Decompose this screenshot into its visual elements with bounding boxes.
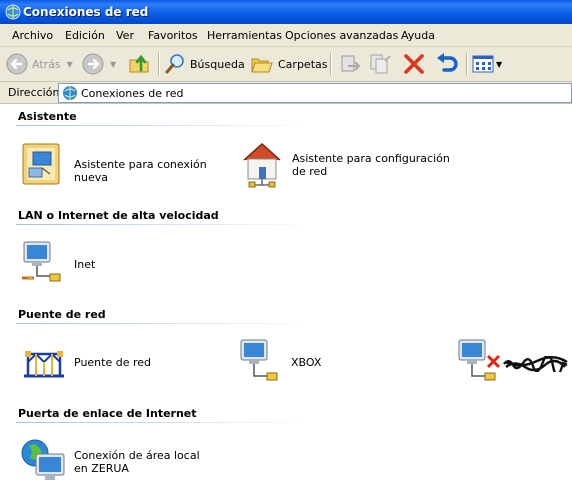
forward-arrow-icon: [82, 53, 104, 75]
list-item-inet[interactable]: Inet: [20, 238, 180, 290]
group-divider: [16, 422, 316, 423]
copy-to-button[interactable]: [368, 51, 392, 77]
menu-favoritos[interactable]: Favoritos: [148, 29, 198, 42]
group-divider: [16, 323, 316, 324]
lan-disconnected-icon: [458, 339, 501, 381]
back-button[interactable]: Atrás ▼: [6, 51, 73, 77]
search-icon: [165, 54, 184, 74]
back-label: Atrás: [32, 57, 61, 71]
window-title: Conexiones de red: [23, 5, 149, 19]
address-input[interactable]: Conexiones de red: [58, 83, 572, 103]
up-folder-button[interactable]: [128, 51, 152, 77]
item-label: Asistente para configuración de red: [292, 152, 450, 178]
group-header-lan: LAN o Internet de alta velocidad: [18, 209, 219, 222]
list-item-new-connection-wizard[interactable]: Asistente para conexión nueva: [20, 140, 230, 190]
delete-icon: [404, 54, 424, 74]
redacted-scribble: [503, 356, 568, 372]
item-label: Conexión de área local en ZERUA: [74, 449, 200, 475]
forward-button[interactable]: ▼: [82, 51, 116, 77]
menu-archivo[interactable]: Archivo: [12, 29, 53, 42]
address-label: Dirección: [8, 86, 60, 99]
folders-button[interactable]: Carpetas: [250, 51, 327, 77]
toolbar: Atrás ▼ ▼ Búsqueda Carpetas ▼: [0, 47, 572, 82]
views-icon: [472, 55, 494, 73]
toolbar-separator: [466, 53, 468, 75]
menu-bar: Archivo Edición Ver Favoritos Herramient…: [0, 24, 572, 47]
list-item-network-bridge[interactable]: Puente de red: [20, 338, 190, 390]
copy-to-icon: [370, 54, 391, 74]
undo-icon: [437, 53, 458, 72]
back-arrow-icon: [6, 53, 28, 75]
address-bar: Dirección Conexiones de red: [0, 82, 572, 104]
search-label: Búsqueda: [190, 57, 245, 71]
menu-ver[interactable]: Ver: [116, 29, 134, 42]
forward-dropdown-icon[interactable]: ▼: [110, 60, 116, 69]
content-area: Asistente Asistente para conexión nueva …: [0, 104, 572, 490]
group-divider: [16, 224, 316, 225]
address-value: Conexiones de red: [81, 87, 184, 100]
network-connections-icon: [63, 86, 77, 100]
group-header-gateway: Puerta de enlace de Internet: [18, 407, 197, 420]
search-button[interactable]: Búsqueda: [164, 51, 245, 77]
undo-button[interactable]: [434, 51, 460, 77]
up-folder-icon: [129, 54, 149, 73]
back-dropdown-icon[interactable]: ▼: [67, 60, 73, 69]
menu-ayuda[interactable]: Ayuda: [401, 29, 435, 42]
delete-button[interactable]: [402, 51, 426, 77]
group-divider: [16, 125, 316, 126]
move-to-icon: [341, 55, 361, 72]
network-connections-icon: [5, 4, 21, 20]
folders-icon: [251, 58, 273, 73]
group-header-puente: Puente de red: [18, 308, 106, 321]
list-item-internet-gateway[interactable]: Conexión de área local en ZERUA: [20, 436, 220, 488]
menu-edicion[interactable]: Edición: [65, 29, 105, 42]
internet-gateway-icon: [21, 439, 65, 480]
lan-connection-icon: [22, 241, 61, 282]
item-label: XBOX: [291, 356, 322, 369]
views-dropdown-icon[interactable]: ▼: [496, 60, 502, 69]
menu-herramientas[interactable]: Herramientas: [207, 29, 282, 42]
item-label: Asistente para conexión nueva: [74, 158, 207, 184]
list-item-xbox[interactable]: XBOX: [237, 336, 387, 390]
wizard-icon: [22, 143, 60, 185]
item-label: Inet: [74, 258, 96, 271]
title-bar[interactable]: Conexiones de red: [0, 0, 572, 24]
item-label: Puente de red: [74, 356, 152, 369]
list-item-disconnected[interactable]: [455, 336, 570, 390]
toolbar-separator: [158, 53, 160, 75]
folders-label: Carpetas: [278, 57, 328, 71]
views-button[interactable]: ▼: [472, 51, 502, 77]
network-bridge-icon: [24, 351, 64, 378]
home-network-icon: [243, 142, 281, 188]
menu-opciones-avanzadas[interactable]: Opciones avanzadas: [285, 29, 398, 42]
group-header-asistente: Asistente: [18, 110, 77, 123]
lan-connection-icon: [240, 339, 278, 381]
list-item-network-setup-wizard[interactable]: Asistente para configuración de red: [238, 140, 458, 192]
toolbar-separator: [330, 53, 332, 75]
move-to-button[interactable]: [338, 51, 362, 77]
